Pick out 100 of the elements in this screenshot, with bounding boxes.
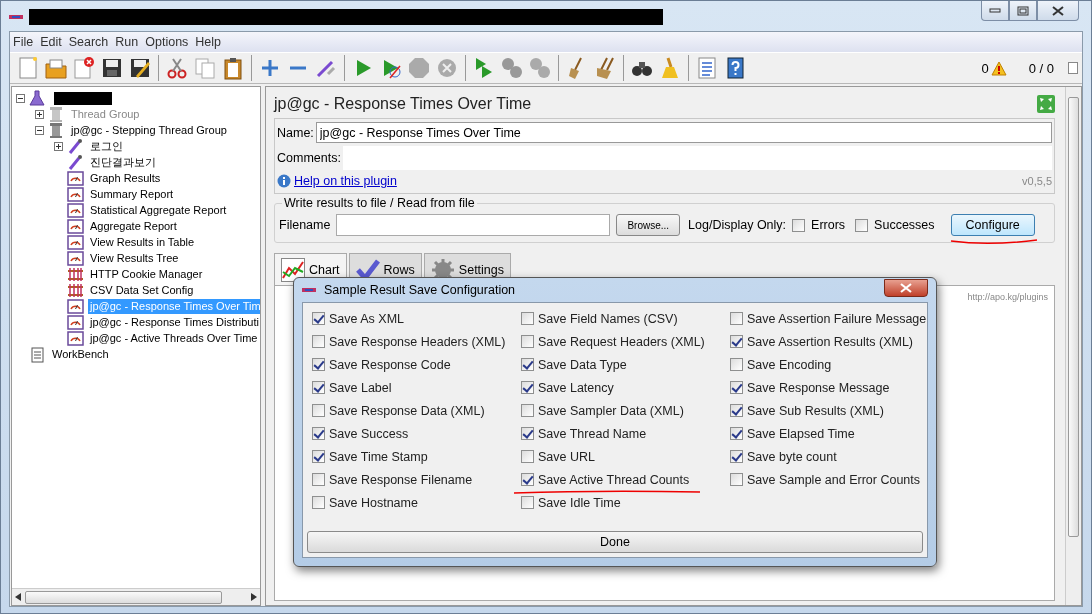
tree-item[interactable]: View Results in Table (88, 234, 197, 250)
tree-item[interactable]: Summary Report (88, 186, 176, 202)
tree-item[interactable]: WorkBench (50, 346, 111, 362)
tree-item[interactable]: Graph Results (88, 170, 163, 186)
checkbox[interactable] (312, 335, 325, 348)
gauge-icon (67, 169, 84, 187)
close-button[interactable] (1037, 1, 1079, 21)
checkbox[interactable] (521, 404, 534, 417)
checkbox[interactable] (312, 312, 325, 325)
menu-item[interactable]: Help (195, 35, 229, 49)
pipette-icon (67, 137, 84, 155)
group-title: Write results to file / Read from file (282, 196, 477, 210)
tree-item[interactable]: 진단결과보기 (88, 154, 158, 170)
expand-icon[interactable] (1068, 62, 1078, 74)
tree-item[interactable]: jp@gc - Active Threads Over Time (88, 330, 260, 346)
checkbox[interactable] (730, 358, 743, 371)
tree-item[interactable]: Statistical Aggregate Report (88, 202, 229, 218)
tree-item[interactable]: View Results Tree (88, 250, 181, 266)
field-label: Filename (279, 218, 331, 232)
checkbox[interactable] (792, 218, 806, 232)
checkbox[interactable] (521, 427, 534, 440)
checkbox[interactable] (312, 473, 325, 486)
scissors-icon[interactable] (165, 56, 189, 80)
clipboard-icon (29, 345, 46, 363)
menu-item[interactable]: File (13, 35, 41, 49)
close-button[interactable] (884, 278, 928, 297)
shutdown-icon[interactable] (435, 56, 459, 80)
remote-shutdown-icon[interactable] (528, 56, 552, 80)
checkbox[interactable] (312, 358, 325, 371)
checkbox[interactable] (312, 381, 325, 394)
tree-item[interactable]: jp@gc - Response Times Distributi (88, 314, 260, 330)
expand-toggle[interactable] (54, 141, 63, 151)
menu-item[interactable]: Options (145, 35, 196, 49)
checkbox-label: Save Data Type (538, 357, 627, 372)
help-link[interactable]: Help on this plugin (294, 174, 397, 188)
remote-stop-icon[interactable] (500, 56, 524, 80)
restore-icon (1017, 5, 1029, 16)
save-as-icon[interactable] (128, 56, 152, 80)
checkbox[interactable] (521, 473, 534, 486)
checkbox[interactable] (521, 335, 534, 348)
checkbox[interactable] (521, 381, 534, 394)
gauge-icon (67, 201, 84, 219)
checkbox-label: Save Response Filename (329, 472, 473, 487)
checkbox[interactable] (730, 473, 743, 486)
clipboard-icon[interactable] (221, 56, 245, 80)
configure-button[interactable]: Configure (950, 214, 1035, 236)
menu-item[interactable]: Search (68, 35, 116, 49)
collapse-toggle[interactable] (16, 93, 25, 103)
filename-field[interactable] (336, 214, 611, 236)
checkbox[interactable] (312, 427, 325, 440)
version-label: v0,5,5 (1022, 175, 1052, 187)
field-label: Log/Display Only: (688, 218, 787, 232)
minimize-icon (989, 7, 1001, 14)
checkbox[interactable] (730, 450, 743, 463)
maximize-button[interactable] (1009, 1, 1037, 21)
redaction-bar (54, 91, 112, 105)
tree-item[interactable]: HTTP Cookie Manager (88, 266, 205, 282)
collapse-toggle[interactable] (35, 125, 44, 135)
stop-icon[interactable] (407, 56, 431, 80)
gauge-icon (67, 297, 84, 315)
save-icon[interactable] (100, 56, 124, 80)
checkbox[interactable] (312, 496, 325, 509)
checkbox-label: Errors (811, 218, 846, 232)
done-button[interactable]: Done (307, 531, 923, 553)
checkbox[interactable] (521, 496, 534, 509)
horizontal-scrollbar[interactable] (12, 588, 260, 605)
checkbox[interactable] (521, 312, 534, 325)
checkbox-label: Save Success (329, 426, 409, 441)
flask-icon (29, 89, 46, 107)
rack-icon (67, 281, 84, 299)
spool-icon (48, 105, 65, 123)
chart-url: http://apo.kg/plugins (967, 292, 1048, 302)
open-folder-icon[interactable] (44, 56, 68, 80)
tree-item[interactable]: Aggregate Report (88, 218, 179, 234)
checkbox[interactable] (730, 404, 743, 417)
left-arrow-icon[interactable] (15, 593, 21, 601)
checkbox[interactable] (855, 218, 869, 232)
checkbox[interactable] (521, 358, 534, 371)
expand-arrows-icon[interactable] (1037, 95, 1055, 113)
checkbox[interactable] (730, 335, 743, 348)
tree-item[interactable]: 로그인 (88, 138, 125, 154)
right-arrow-icon[interactable] (251, 593, 257, 601)
tree-item[interactable]: CSV Data Set Config (88, 282, 196, 298)
checkbox[interactable] (730, 312, 743, 325)
name-field[interactable]: jp@gc - Response Times Over Time (315, 122, 1052, 143)
checkbox[interactable] (730, 381, 743, 394)
browse-button[interactable]: Browse... (616, 214, 681, 236)
gauge-icon (67, 233, 84, 251)
checkbox[interactable] (312, 404, 325, 417)
checkbox-label: Save Sample and Error Counts (747, 472, 920, 487)
vertical-scrollbar[interactable] (1065, 87, 1081, 605)
checkbox[interactable] (521, 450, 534, 463)
thread-count: 0 / 0 (1028, 60, 1054, 76)
checkbox[interactable] (312, 450, 325, 463)
checkbox[interactable] (730, 427, 743, 440)
menu-item[interactable]: Run (115, 35, 146, 49)
menu-item[interactable]: Edit (40, 35, 69, 49)
close-file-icon[interactable] (72, 56, 96, 80)
tree-item[interactable]: jp@gc - Stepping Thread Group (69, 122, 229, 138)
minimize-button[interactable] (981, 1, 1009, 21)
